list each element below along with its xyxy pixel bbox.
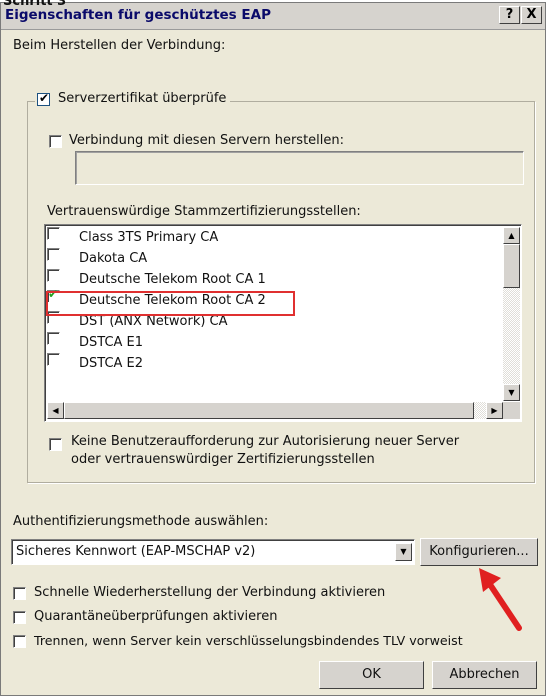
- quarantine-checks-checkbox[interactable]: [13, 611, 26, 624]
- scroll-up-icon[interactable]: ▲: [503, 227, 520, 244]
- verify-server-cert-option[interactable]: ✔ Serverzertifikat überprüfe: [35, 90, 231, 108]
- horizontal-scroll-thumb[interactable]: [64, 402, 474, 419]
- scroll-right-icon[interactable]: ▶: [486, 402, 503, 419]
- connect-servers-option[interactable]: Verbindung mit diesen Servern herstellen…: [49, 132, 344, 150]
- auth-method-value: Sicheres Kennwort (EAP-MSCHAP v2): [16, 544, 256, 559]
- list-item[interactable]: Deutsche Telekom Root CA 1: [47, 269, 502, 290]
- quarantine-checks-option[interactable]: Quarantäneüberprüfungen aktivieren: [13, 608, 277, 626]
- ca-label: Class 3TS Primary CA: [79, 230, 219, 245]
- scrollbar-corner: [503, 402, 520, 419]
- list-item[interactable]: Dakota CA: [47, 248, 502, 269]
- chevron-down-icon[interactable]: ▼: [395, 543, 412, 561]
- servers-input[interactable]: [75, 151, 524, 185]
- trusted-ca-list[interactable]: Class 3TS Primary CA Dakota CA Deutsche …: [44, 224, 522, 422]
- horizontal-scrollbar[interactable]: ◀ ▶: [47, 402, 503, 419]
- ca-checkbox[interactable]: [47, 269, 60, 282]
- configure-button[interactable]: Konfigurieren...: [420, 538, 538, 566]
- fast-reconnect-label: Schnelle Wiederherstellung der Verbindun…: [34, 585, 386, 600]
- help-button[interactable]: ?: [499, 6, 520, 24]
- no-prompt-option[interactable]: Keine Benutzeraufforderung zur Autorisie…: [49, 434, 519, 474]
- no-prompt-line1: Keine Benutzeraufforderung zur Autorisie…: [71, 434, 460, 449]
- trusted-ca-label: Vertrauenswürdige Stammzertifizierungsst…: [47, 204, 361, 219]
- list-item[interactable]: DSTCA E2: [47, 353, 502, 374]
- auth-method-label: Authentifizierungsmethode auswählen:: [13, 514, 269, 529]
- checkmark-icon: ✔: [39, 91, 50, 105]
- ca-label: DSTCA E2: [79, 356, 144, 371]
- ca-checkbox[interactable]: [47, 248, 60, 261]
- title-bar[interactable]: Eigenschaften für geschütztes EAP ? X: [1, 3, 545, 30]
- vertical-scrollbar[interactable]: ▲ ▼: [503, 227, 520, 401]
- verify-server-cert-checkbox[interactable]: ✔: [37, 91, 50, 106]
- scroll-left-icon[interactable]: ◀: [47, 402, 64, 419]
- ca-label: Dakota CA: [79, 251, 148, 266]
- disconnect-no-tlv-option[interactable]: Trennen, wenn Server kein verschlüsselun…: [13, 632, 463, 650]
- selected-ca-highlight: [46, 291, 295, 316]
- disconnect-no-tlv-label: Trennen, wenn Server kein verschlüsselun…: [34, 633, 463, 648]
- ca-label: DSTCA E1: [79, 335, 144, 350]
- connect-servers-label: Verbindung mit diesen Servern herstellen…: [69, 133, 345, 148]
- step-caption: Schritt 3: [3, 0, 67, 9]
- ca-checkbox[interactable]: [47, 332, 60, 345]
- cancel-button[interactable]: Abbrechen: [432, 661, 537, 689]
- auth-method-select[interactable]: Sicheres Kennwort (EAP-MSCHAP v2) ▼: [11, 539, 415, 565]
- fast-reconnect-option[interactable]: Schnelle Wiederherstellung der Verbindun…: [13, 584, 385, 602]
- ca-label: Deutsche Telekom Root CA 1: [79, 272, 266, 287]
- fast-reconnect-checkbox[interactable]: [13, 587, 26, 600]
- connection-heading: Beim Herstellen der Verbindung:: [13, 38, 226, 53]
- no-prompt-checkbox[interactable]: [49, 438, 62, 451]
- close-button[interactable]: X: [521, 6, 542, 24]
- list-item[interactable]: Class 3TS Primary CA: [47, 227, 502, 248]
- ca-checkbox[interactable]: [47, 353, 60, 366]
- ok-button[interactable]: OK: [319, 661, 424, 689]
- no-prompt-line2: oder vertrauenswürdiger Zertifizierungss…: [71, 452, 375, 467]
- ca-label: DST (ANX Network) CA: [79, 314, 228, 329]
- window-title: Eigenschaften für geschütztes EAP: [5, 7, 271, 23]
- verify-server-cert-label: Serverzertifikat überprüfe: [58, 91, 227, 106]
- red-arrow-icon: [479, 568, 522, 631]
- quarantine-checks-label: Quarantäneüberprüfungen aktivieren: [34, 609, 278, 624]
- ca-checkbox[interactable]: [47, 227, 60, 240]
- disconnect-no-tlv-checkbox[interactable]: [13, 635, 26, 648]
- vertical-scroll-thumb[interactable]: [503, 244, 520, 288]
- eap-properties-dialog: Eigenschaften für geschütztes EAP ? X Be…: [0, 2, 546, 696]
- connect-servers-checkbox[interactable]: [49, 135, 62, 148]
- list-item[interactable]: DSTCA E1: [47, 332, 502, 353]
- scroll-down-icon[interactable]: ▼: [503, 384, 520, 401]
